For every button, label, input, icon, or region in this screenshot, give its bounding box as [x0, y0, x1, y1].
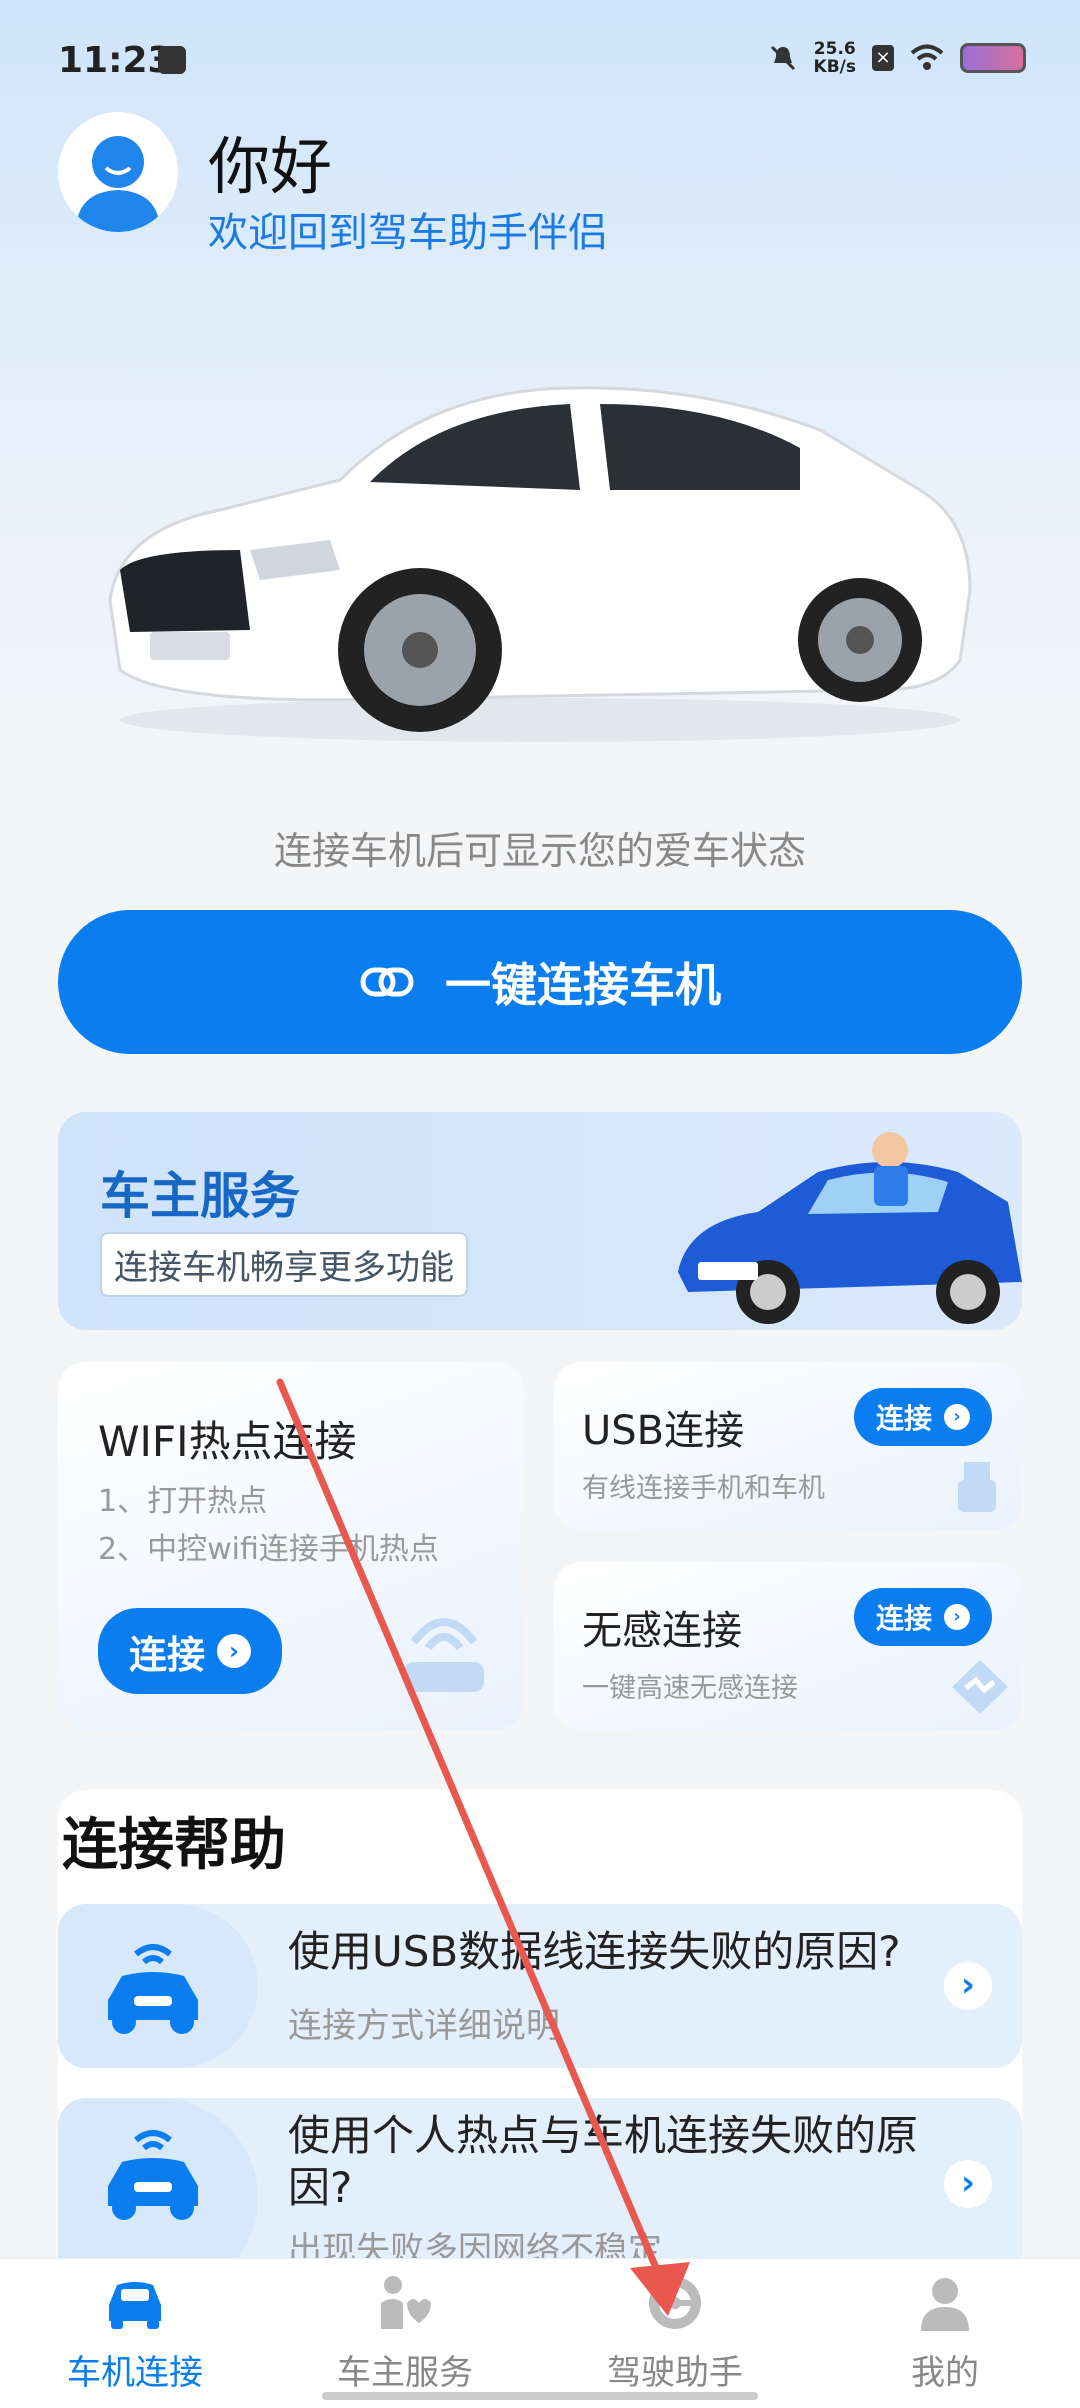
help-answer: 连接方式详细说明: [288, 2006, 560, 2046]
banner-tag: 连接车机畅享更多功能: [100, 1232, 468, 1297]
usb-connect-label: 连接: [875, 1402, 932, 1435]
wifi-connect-button[interactable]: 连接 ›: [98, 1608, 282, 1694]
help-item-usb[interactable]: 使用USB数据线连接失败的原因? 连接方式详细说明 ›: [58, 1904, 1022, 2068]
usb-icon: [958, 1462, 996, 1512]
one-key-connect-button[interactable]: 一键连接车机: [58, 910, 1022, 1054]
tab-owner-service[interactable]: 车主服务: [270, 2273, 540, 2394]
status-icons: 25.6 KB/s ×: [768, 40, 1026, 76]
wifi-step-1: 1、打开热点: [98, 1484, 268, 1519]
connect-button-label: 一键连接车机: [445, 958, 721, 1012]
wugan-connect-label: 连接: [875, 1602, 932, 1635]
status-hint: 连接车机后可显示您的爱车状态: [273, 829, 806, 873]
service-icon: [381, 2276, 431, 2329]
wifi-card-title: WIFI热点连接: [98, 1417, 357, 1466]
seamless-connect-card[interactable]: 无感连接 一键高速无感连接 连接 ›: [554, 1562, 1022, 1730]
help-question: 使用个人热点与车机连接失败的原因?: [288, 2111, 919, 2212]
tab-label: 车主服务: [337, 2353, 473, 2393]
usb-card-title: USB连接: [582, 1408, 745, 1454]
tab-mine[interactable]: 我的: [810, 2273, 1080, 2394]
help-title: 连接帮助: [62, 1813, 286, 1878]
x-icon: ×: [872, 45, 894, 71]
person-icon: [921, 2278, 969, 2331]
usb-connect-card[interactable]: USB连接 有线连接手机和车机 连接 ›: [554, 1362, 1022, 1530]
wugan-card-title: 无感连接: [582, 1608, 742, 1654]
welcome-text: 欢迎回到驾车助手伴侣: [208, 210, 608, 256]
usb-card-desc: 有线连接手机和车机: [582, 1473, 825, 1504]
car-signal-icon: [108, 2130, 198, 2220]
driver-car-illustration: [678, 1132, 1022, 1324]
steering-wheel-icon: [649, 2277, 701, 2329]
tab-label: 我的: [911, 2353, 979, 2393]
arrow-right-icon: ›: [217, 1634, 251, 1668]
tab-car-connect[interactable]: 车机连接: [0, 2273, 270, 2394]
chevron-right-icon: ›: [944, 1962, 992, 2010]
mute-bell-icon: [770, 45, 795, 71]
tab-label: 车机连接: [67, 2353, 203, 2393]
greeting: 你好: [208, 130, 333, 203]
wifi-connect-label: 连接: [128, 1632, 205, 1677]
link-icon: [360, 967, 414, 997]
car-signal-icon: [108, 1944, 198, 2034]
speed-unit: KB/s: [813, 57, 856, 77]
owner-service-banner[interactable]: 车主服务 连接车机畅享更多功能: [58, 1112, 1022, 1330]
message-icon: [158, 46, 186, 74]
arrow-right-icon: ›: [944, 1604, 970, 1630]
usb-connect-button[interactable]: 连接 ›: [854, 1388, 992, 1446]
banner-title: 车主服务: [100, 1167, 300, 1225]
network-speed: 25.6 KB/s: [814, 40, 856, 76]
wugan-card-desc: 一键高速无感连接: [582, 1673, 798, 1704]
status-time: 11:23: [58, 40, 173, 81]
home-indicator: [322, 2392, 758, 2400]
tab-label: 驾驶助手: [607, 2353, 743, 2393]
bottom-tab-bar: 车机连接 车主服务 驾驶助手 我的: [0, 2258, 1080, 2408]
tab-drive-assistant[interactable]: 驾驶助手: [540, 2273, 810, 2394]
user-avatar-icon: [58, 112, 178, 232]
car-image: [108, 386, 972, 742]
wifi-icon: [910, 44, 944, 70]
chevron-right-icon: ›: [944, 2160, 992, 2208]
wifi-step-2: 2、中控wifi连接手机热点: [98, 1532, 439, 1567]
avatar[interactable]: [58, 112, 178, 232]
seamless-link-icon: [952, 1660, 1008, 1714]
router-icon: [404, 1618, 484, 1692]
car-icon: [109, 2282, 161, 2329]
arrow-right-icon: ›: [944, 1404, 970, 1430]
battery-icon: [960, 43, 1026, 73]
speed-value: 25.6: [813, 39, 856, 59]
wifi-hotspot-card[interactable]: WIFI热点连接 1、打开热点 2、中控wifi连接手机热点 连接 ›: [58, 1362, 524, 1730]
help-question: 使用USB数据线连接失败的原因?: [288, 1927, 901, 1976]
wugan-connect-button[interactable]: 连接 ›: [854, 1588, 992, 1646]
